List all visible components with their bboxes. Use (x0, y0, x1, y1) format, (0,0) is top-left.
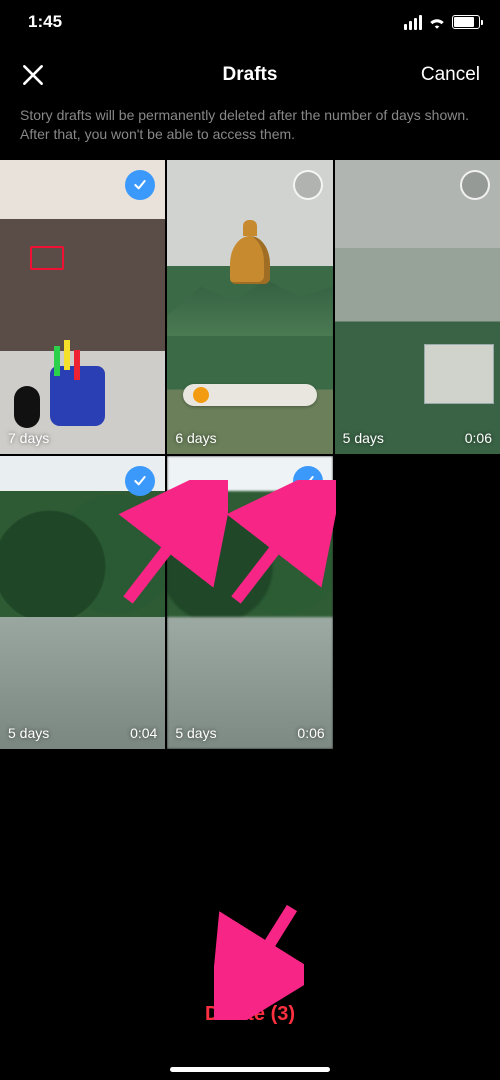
close-button[interactable] (20, 62, 46, 88)
selection-indicator[interactable] (293, 170, 323, 200)
draft-tile[interactable]: 6 days (167, 160, 332, 454)
check-icon (132, 177, 148, 193)
draft-tile[interactable]: 5 days 0:06 (335, 160, 500, 454)
draft-duration: 0:06 (465, 430, 492, 446)
selection-indicator[interactable] (460, 170, 490, 200)
draft-days: 7 days (8, 430, 49, 446)
battery-icon (452, 15, 480, 29)
selection-indicator[interactable] (125, 170, 155, 200)
draft-duration: 0:06 (297, 725, 324, 741)
status-indicators (404, 15, 480, 30)
draft-duration: 0:04 (130, 725, 157, 741)
draft-tile[interactable]: 5 days 0:06 (167, 456, 332, 750)
delete-button[interactable]: Delete (3) (0, 983, 500, 1046)
wifi-icon (428, 15, 446, 29)
draft-days: 6 days (175, 430, 216, 446)
draft-thumbnail (167, 160, 332, 454)
check-icon (132, 473, 148, 489)
draft-thumbnail (0, 160, 165, 454)
navbar: Drafts Cancel (0, 44, 500, 100)
draft-thumbnail (167, 456, 332, 750)
delete-label: Delete (3) (205, 1003, 295, 1025)
draft-footer: 5 days 0:04 (8, 725, 157, 741)
drafts-grid: 7 days 6 days 5 days 0:06 5 days 0:04 5 … (0, 160, 500, 750)
page-title: Drafts (223, 64, 278, 85)
close-icon (20, 62, 46, 88)
draft-tile[interactable]: 7 days (0, 160, 165, 454)
draft-days: 5 days (8, 725, 49, 741)
status-time: 1:45 (28, 12, 62, 32)
selection-indicator[interactable] (125, 466, 155, 496)
draft-thumbnail (335, 160, 500, 454)
draft-days: 5 days (175, 725, 216, 741)
draft-footer: 6 days (175, 430, 324, 446)
selection-indicator[interactable] (293, 466, 323, 496)
draft-thumbnail (0, 456, 165, 750)
status-bar: 1:45 (0, 0, 500, 44)
draft-footer: 5 days 0:06 (343, 430, 492, 446)
check-icon (300, 473, 316, 489)
draft-tile[interactable]: 5 days 0:04 (0, 456, 165, 750)
cellular-icon (404, 15, 422, 30)
home-indicator[interactable] (170, 1067, 330, 1072)
cancel-button[interactable]: Cancel (421, 64, 480, 86)
draft-footer: 7 days (8, 430, 157, 446)
info-text: Story drafts will be permanently deleted… (0, 100, 500, 160)
draft-days: 5 days (343, 430, 384, 446)
draft-footer: 5 days 0:06 (175, 725, 324, 741)
